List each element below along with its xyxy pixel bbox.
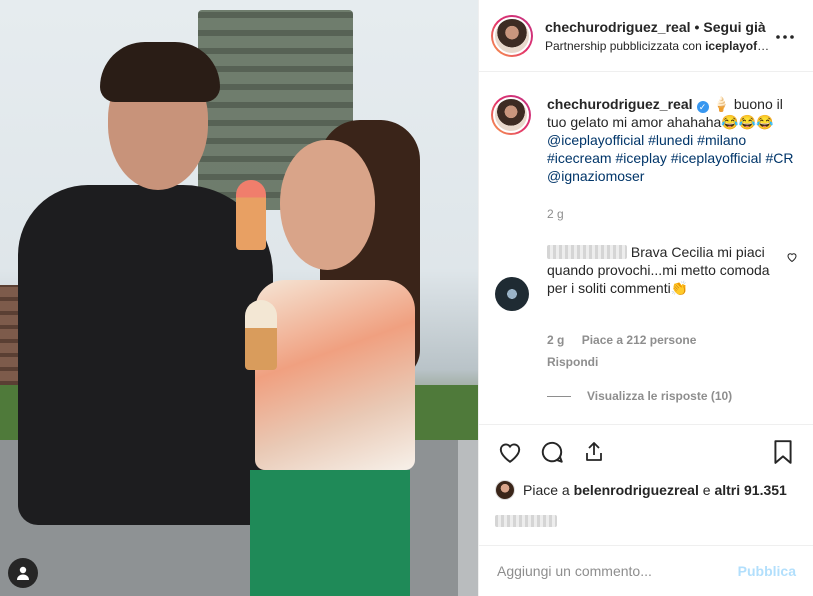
- avatar[interactable]: [491, 95, 531, 135]
- replies-line: [547, 395, 571, 397]
- tag-link[interactable]: @iceplayofficial: [547, 132, 644, 148]
- ice-cream-cone: [245, 300, 277, 370]
- woman-skirt: [250, 470, 410, 596]
- avatar[interactable]: [495, 480, 515, 500]
- user-icon[interactable]: [8, 558, 38, 588]
- post-photo[interactable]: [0, 0, 478, 596]
- comment-input[interactable]: [497, 563, 738, 579]
- actions-bar: Piace a belenrodriguezreal e altri 91.35…: [479, 424, 813, 528]
- bookmark-icon[interactable]: [768, 437, 798, 467]
- add-comment-bar: Pubblica: [479, 545, 813, 596]
- ice-cream-cone: [236, 180, 266, 250]
- heart-icon[interactable]: [786, 251, 798, 266]
- caption-time: 2 g: [547, 207, 564, 221]
- woman-head: [280, 140, 375, 270]
- comments-section[interactable]: chechurodriguez_real ✓ 🍦 buono il tuo gela…: [479, 73, 813, 423]
- tag-link[interactable]: #icecream: [547, 150, 612, 166]
- share-icon[interactable]: [579, 437, 609, 467]
- caption: chechurodriguez_real ✓ 🍦 buono il tuo gela…: [491, 73, 798, 223]
- tag-link[interactable]: #CR: [765, 150, 793, 166]
- caption-username[interactable]: chechurodriguez_real: [547, 96, 693, 112]
- avatar[interactable]: [491, 14, 533, 57]
- tag-link[interactable]: @ignaziomoser: [547, 168, 644, 184]
- comment-icon[interactable]: [537, 437, 567, 467]
- woman-figure: [255, 280, 415, 470]
- man-hair: [100, 42, 220, 102]
- more-icon[interactable]: [773, 27, 797, 45]
- likes-summary: Piace a belenrodriguezreal e altri 91.35…: [495, 480, 798, 500]
- post-header: chechurodriguez_real • Segui già Partner…: [479, 0, 813, 72]
- partnership-label: Partnership pubblicizzata con iceplayoff…: [545, 39, 773, 53]
- pole: [458, 440, 478, 596]
- man-figure: [18, 185, 273, 525]
- tag-link[interactable]: #iceplayofficial: [671, 150, 762, 166]
- separator-dot: •: [694, 18, 700, 35]
- tag-link[interactable]: #milano: [697, 132, 746, 148]
- comment-meta: 2 g Piace a 212 persone: [547, 333, 798, 347]
- likes-count-link[interactable]: altri 91.351: [714, 482, 786, 498]
- post-sidebar: chechurodriguez_real • Segui già Partner…: [478, 0, 813, 596]
- partner-link[interactable]: iceplayofficial: [705, 39, 773, 53]
- publish-button[interactable]: Pubblica: [738, 563, 796, 579]
- post-time: [495, 515, 557, 527]
- avatar[interactable]: [495, 277, 529, 311]
- liker-link[interactable]: belenrodriguezreal: [574, 482, 699, 498]
- view-replies-button[interactable]: Visualizza le risposte (10): [547, 389, 798, 403]
- username-link[interactable]: chechurodriguez_real: [545, 19, 691, 35]
- comment-time: 2 g: [547, 333, 565, 347]
- comment-likes[interactable]: Piace a 212 persone: [582, 333, 697, 347]
- blurred-username: [547, 245, 627, 259]
- comment-item: Brava Cecilia mi piaci quando provochi..…: [491, 243, 798, 311]
- heart-icon[interactable]: [495, 437, 525, 467]
- tag-link[interactable]: #iceplay: [615, 150, 666, 166]
- follow-button[interactable]: Segui già: [703, 19, 765, 35]
- tag-link[interactable]: #lunedi: [648, 132, 693, 148]
- reply-button[interactable]: Rispondi: [547, 355, 798, 369]
- verified-icon: ✓: [696, 101, 709, 113]
